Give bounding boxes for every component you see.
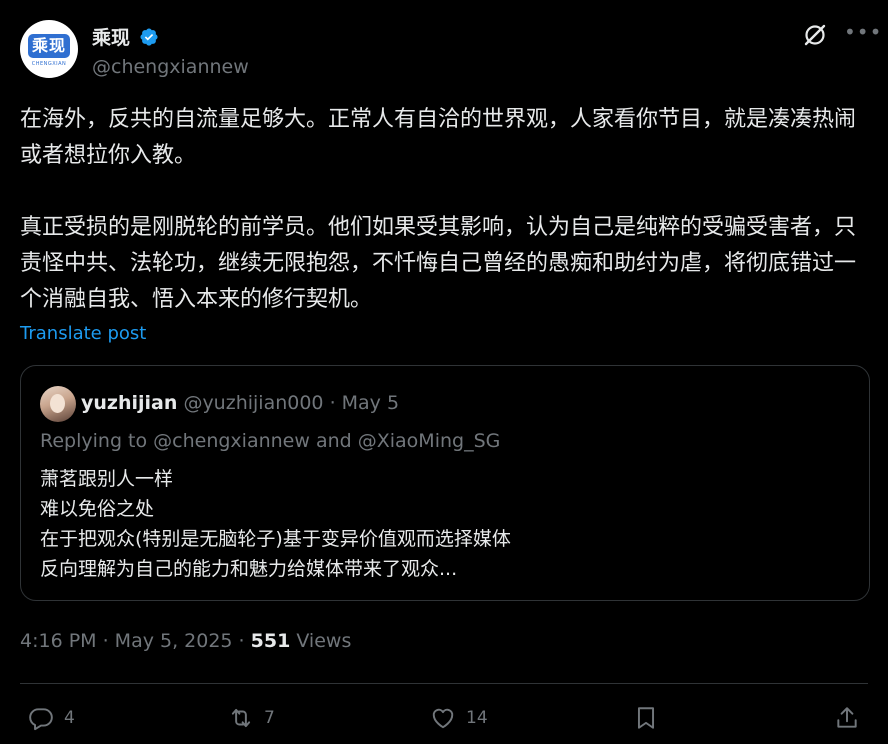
verified-badge-icon[interactable] [139,27,159,47]
quoted-post-header: yuzhijian @yuzhijian000 · May 5 [81,392,399,414]
bookmark-button[interactable] [633,704,659,732]
repost-count: 7 [264,708,275,728]
reply-count: 4 [64,708,75,728]
author-display-name[interactable]: 乘现 [92,23,130,50]
avatar-face [50,394,65,413]
divider [20,683,868,684]
quoted-author-avatar[interactable] [40,386,76,422]
quoted-post-text: 萧茗跟别人一样 难以免俗之处 在于把观众(特别是无脑轮子)基于变异价值观而选择媒… [40,468,511,580]
reply-button[interactable]: 4 [28,704,75,732]
like-icon [432,708,454,729]
post-timestamp[interactable]: 4:16 PM · May 5, 2025 · [20,630,251,652]
author-avatar[interactable]: 乘现 CHENGXIAN [20,20,78,78]
share-icon [837,707,857,728]
post-meta: 4:16 PM · May 5, 2025 · 551 Views [20,630,351,652]
like-count: 14 [466,708,488,728]
more-icon[interactable]: ••• [844,22,881,46]
quoted-author-handle-date: @yuzhijian000 · May 5 [183,392,400,414]
like-button[interactable]: 14 [430,704,488,732]
post-text: 在海外，反共的自流量足够大。正常人有自洽的世界观，人家看你节目，就是凑凑热闹或者… [20,107,857,312]
action-bar: 4 7 14 [0,700,888,736]
repost-button[interactable]: 7 [228,704,275,732]
quoted-author-name[interactable]: yuzhijian [81,392,177,414]
reply-icon [29,708,53,731]
quoted-replying-to: Replying to @chengxiannew and @XiaoMing_… [40,430,501,452]
quoted-post[interactable]: yuzhijian @yuzhijian000 · May 5 Replying… [20,365,870,601]
bookmark-icon [637,707,655,729]
grok-icon[interactable] [803,23,827,47]
author-names: 乘现 @chengxiannew [92,23,249,78]
views-label: Views [290,630,352,652]
translate-post-link[interactable]: Translate post [20,323,146,344]
repost-icon [231,708,251,728]
post-header: 乘现 CHENGXIAN 乘现 @chengxiannew ••• [20,20,881,80]
avatar-logo-subtext: CHENGXIAN [31,61,67,67]
avatar-logo-text: 乘现 [28,34,70,58]
author-handle[interactable]: @chengxiannew [92,56,249,78]
views-count: 551 [250,630,291,652]
share-button[interactable] [834,704,860,732]
